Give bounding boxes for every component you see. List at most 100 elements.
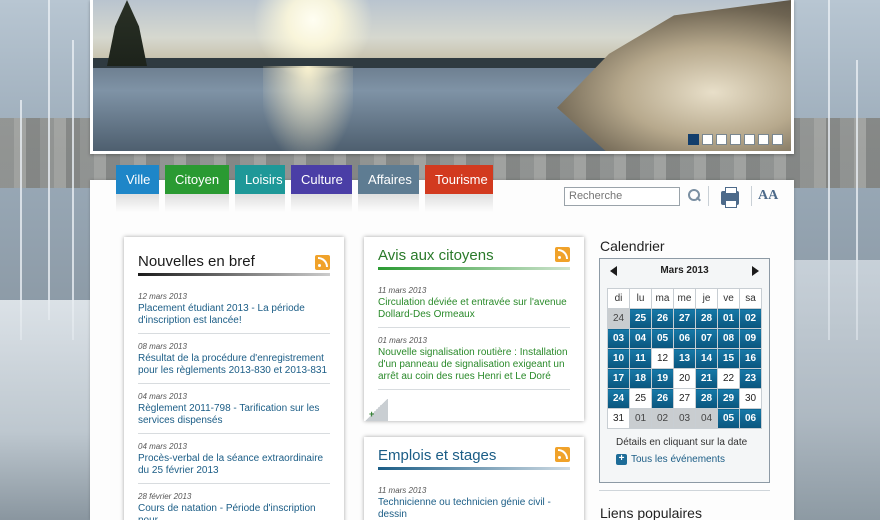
calendar-day[interactable]: 20 (673, 368, 696, 389)
calendar-day[interactable]: 19 (651, 368, 674, 389)
calendar-day[interactable]: 09 (739, 328, 762, 349)
item-date: 04 mars 2013 (138, 442, 187, 451)
item-date: 11 mars 2013 (378, 286, 427, 295)
calendar-month: Mars 2013 (660, 265, 709, 276)
calendar-day[interactable]: 31 (607, 408, 630, 429)
calendar-day[interactable]: 03 (673, 408, 696, 429)
calendar-day[interactable]: 07 (695, 328, 718, 349)
item-link[interactable]: Résultat de la procédure d'enregistremen… (138, 353, 330, 377)
print-icon[interactable] (721, 187, 739, 208)
weekday-header: sa (739, 288, 762, 309)
calendar-day[interactable]: 02 (739, 308, 762, 329)
slideshow-pager (688, 134, 783, 145)
calendar-day[interactable]: 24 (607, 388, 630, 409)
calendar-day[interactable]: 22 (717, 368, 740, 389)
slide-dot[interactable] (744, 134, 755, 145)
list-item: 01 mars 2013 Nouvelle signalisation routi… (378, 328, 570, 390)
calendar-day[interactable]: 05 (717, 408, 740, 429)
calendar-day[interactable]: 12 (651, 348, 674, 369)
font-size-button[interactable]: AA (758, 188, 778, 204)
calendar-day[interactable]: 02 (651, 408, 674, 429)
item-link[interactable]: Circulation déviée et entravée sur l'ave… (378, 297, 570, 321)
tab-citoyen[interactable]: Citoyen (165, 165, 229, 212)
all-events-label: Tous les événements (631, 454, 725, 465)
item-link[interactable]: Nouvelle signalisation routière : Instal… (378, 347, 570, 383)
rss-icon[interactable] (555, 447, 570, 462)
calendar-day[interactable]: 04 (695, 408, 718, 429)
slide-dot[interactable] (688, 134, 699, 145)
jobs-card: Emplois et stages 11 mars 2013 Technicien… (364, 437, 584, 520)
calendar-day[interactable]: 18 (629, 368, 652, 389)
calendar-note: Détails en cliquant sur la date (616, 437, 748, 448)
list-item: 11 mars 2013 Circulation déviée et entrav… (378, 278, 570, 328)
tab-culture[interactable]: Culture (291, 165, 352, 212)
all-events-link[interactable]: + Tous les événements (600, 448, 769, 465)
tab-affaires[interactable]: Affaires (358, 165, 419, 212)
calendar-day[interactable]: 11 (629, 348, 652, 369)
previous-month-icon[interactable] (610, 265, 617, 276)
item-date: 11 mars 2013 (378, 486, 427, 495)
calendar-day[interactable]: 05 (651, 328, 674, 349)
calendar-day[interactable]: 13 (673, 348, 696, 369)
weekday-header: lu (629, 288, 652, 309)
calendar-day[interactable]: 28 (695, 388, 718, 409)
search-icon[interactable] (686, 188, 702, 204)
rss-icon[interactable] (315, 255, 330, 270)
slide-dot[interactable] (730, 134, 741, 145)
item-link[interactable]: Technicienne ou technicien génie civil -… (378, 497, 570, 520)
calendar-day[interactable]: 23 (739, 368, 762, 389)
slide-dot[interactable] (716, 134, 727, 145)
calendar-day[interactable]: 28 (695, 308, 718, 329)
item-link[interactable]: Règlement 2011-798 - Tarification sur le… (138, 403, 330, 427)
tab-loisirs[interactable]: Loisirs (235, 165, 285, 212)
item-date: 01 mars 2013 (378, 336, 427, 345)
next-month-icon[interactable] (752, 265, 759, 276)
notices-list: 11 mars 2013 Circulation déviée et entrav… (378, 278, 570, 390)
calendar-day[interactable]: 30 (739, 388, 762, 409)
calendar-day[interactable]: 16 (739, 348, 762, 369)
calendar-day[interactable]: 14 (695, 348, 718, 369)
calendar-day[interactable]: 24 (607, 308, 630, 329)
calendar-day[interactable]: 21 (695, 368, 718, 389)
calendar-day[interactable]: 01 (717, 308, 740, 329)
calendar-day[interactable]: 26 (651, 308, 674, 329)
calendar-day[interactable]: 15 (717, 348, 740, 369)
notices-card: Avis aux citoyens 11 mars 2013 Circulatio… (364, 237, 584, 421)
slide-dot[interactable] (758, 134, 769, 145)
calendar-day[interactable]: 04 (629, 328, 652, 349)
weekday-header: ma (651, 288, 674, 309)
item-link[interactable]: Cours de natation - Période d'inscriptio… (138, 503, 330, 520)
calendar-day[interactable]: 03 (607, 328, 630, 349)
calendar-day[interactable]: 27 (673, 308, 696, 329)
item-link[interactable]: Placement étudiant 2013 - La période d'i… (138, 303, 330, 327)
tab-tourisme[interactable]: Tourisme (425, 165, 493, 212)
calendar-day[interactable]: 06 (739, 408, 762, 429)
calendar-day[interactable]: 26 (651, 388, 674, 409)
list-item: 28 février 2013 Cours de natation - Pério… (138, 484, 330, 520)
list-item: 12 mars 2013 Placement étudiant 2013 - La… (138, 284, 330, 334)
jobs-list: 11 mars 2013 Technicienne ou technicien g… (378, 478, 570, 520)
rss-icon[interactable] (555, 247, 570, 262)
calendar-day[interactable]: 25 (629, 388, 652, 409)
calendar-day[interactable]: 06 (673, 328, 696, 349)
calendar-widget: Mars 2013 di lu ma me je ve sa 24 25 26 27 28 01 02 03… (599, 258, 770, 483)
calendar-heading: Calendrier (600, 238, 665, 254)
slide-dot[interactable] (772, 134, 783, 145)
weekday-header: di (607, 288, 630, 309)
tab-ville[interactable]: Ville (116, 165, 159, 212)
popular-links-heading: Liens populaires (600, 505, 702, 520)
item-link[interactable]: Procès-verbal de la séance extraordinair… (138, 453, 330, 477)
calendar-day[interactable]: 27 (673, 388, 696, 409)
item-date: 12 mars 2013 (138, 292, 187, 301)
calendar-day[interactable]: 25 (629, 308, 652, 329)
more-link[interactable]: + (364, 399, 388, 421)
search-input[interactable] (564, 186, 680, 206)
calendar-day[interactable]: 08 (717, 328, 740, 349)
calendar-day[interactable]: 17 (607, 368, 630, 389)
slide-dot[interactable] (702, 134, 713, 145)
divider (599, 490, 770, 491)
toolbar: AA (564, 186, 778, 208)
calendar-day[interactable]: 10 (607, 348, 630, 369)
calendar-day[interactable]: 01 (629, 408, 652, 429)
calendar-day[interactable]: 29 (717, 388, 740, 409)
